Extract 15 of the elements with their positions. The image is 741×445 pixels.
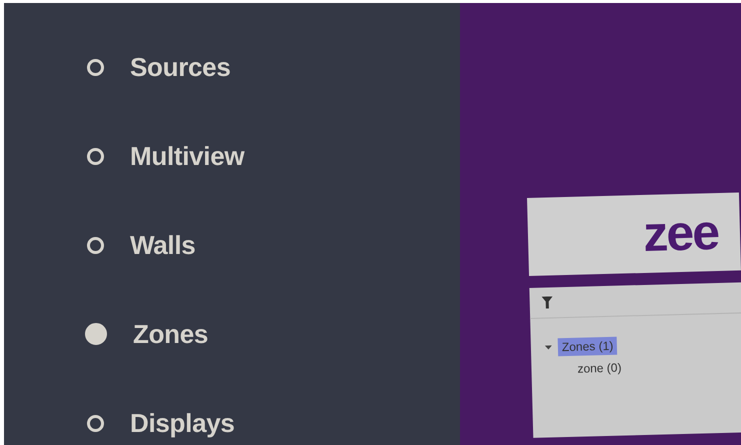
radio-button[interactable] xyxy=(87,148,104,164)
menu-label[interactable]: Displays xyxy=(130,408,235,438)
menu-label[interactable]: Sources xyxy=(130,52,231,82)
radio-button[interactable] xyxy=(85,323,107,345)
menu-label[interactable]: Zones xyxy=(133,318,208,350)
menu-label[interactable]: Walls xyxy=(130,230,196,260)
logo-text: zee xyxy=(642,203,719,263)
filter-icon[interactable] xyxy=(542,296,553,309)
radio-button[interactable] xyxy=(87,236,104,254)
tree-item[interactable]: Zones (1) xyxy=(558,336,618,356)
caret-down-icon[interactable] xyxy=(544,344,552,351)
menu-label[interactable]: Multiview xyxy=(130,140,244,172)
tree-item[interactable]: zone (0) xyxy=(573,358,626,378)
radio-button[interactable] xyxy=(87,58,104,76)
radio-button[interactable] xyxy=(87,414,104,432)
